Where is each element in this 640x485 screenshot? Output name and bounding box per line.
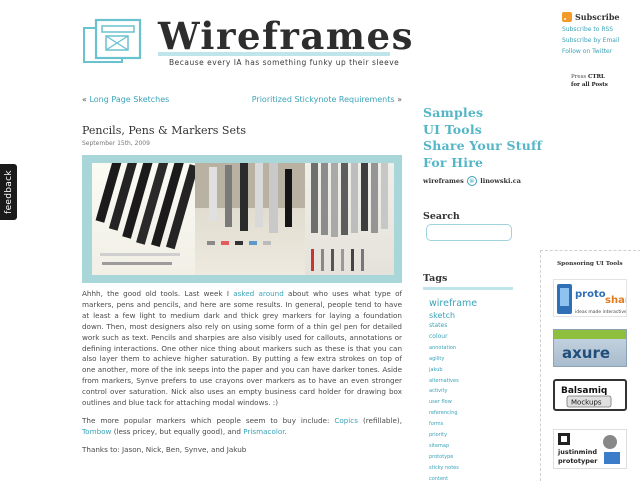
- post-body: Ahhh, the good old tools. Last week I as…: [82, 289, 402, 463]
- tag-link[interactable]: forms: [429, 419, 477, 430]
- previous-post-link[interactable]: « Long Page Sketches: [82, 95, 169, 104]
- next-arrow: »: [397, 95, 402, 104]
- prev-arrow: «: [82, 95, 87, 104]
- tag-link[interactable]: referencing: [429, 408, 477, 419]
- tag-link[interactable]: annotation: [429, 343, 477, 354]
- nav-share-your-stuff[interactable]: Share Your Stuff: [423, 138, 542, 155]
- nav-samples[interactable]: Samples: [423, 105, 542, 122]
- markers-photo-3: [305, 163, 394, 275]
- axure-ad[interactable]: axure: [553, 329, 627, 367]
- next-post-title[interactable]: Prioritized Stickynote Requirements: [252, 95, 395, 104]
- tags-underline: [423, 287, 513, 290]
- tag-link[interactable]: alternatives: [429, 376, 477, 387]
- tag-cloud: wireframe sketch states colour annotation agi…: [429, 298, 477, 485]
- post-title[interactable]: Pencils, Pens & Markers Sets: [82, 124, 246, 137]
- tag-link[interactable]: content: [429, 474, 477, 485]
- tag-link[interactable]: colour: [429, 332, 477, 343]
- post-paragraph-3: Thanks to: Jason, Nick, Ben, Synve, and …: [82, 444, 247, 454]
- site-tagline: Because every IA has something funky up …: [169, 58, 400, 67]
- tag-link[interactable]: states: [429, 321, 477, 332]
- tag-link[interactable]: jakub: [429, 365, 477, 376]
- next-post-link[interactable]: Prioritized Stickynote Requirements »: [252, 95, 402, 104]
- prismacolor-link[interactable]: Prismacolor: [243, 427, 284, 436]
- post-paragraph-1: Ahhh, the good old tools. Last week I as…: [82, 289, 402, 408]
- balsamiq-logo: Balsamiq: [561, 386, 607, 396]
- justinmind-prototyper-label: prototyper: [558, 457, 598, 465]
- nav-ui-tools[interactable]: UI Tools: [423, 122, 542, 139]
- protoshare-tagline: ideas made interactive: [575, 309, 627, 315]
- subscribe-email-link[interactable]: Subscribe by Email: [562, 37, 638, 44]
- tag-link[interactable]: agility: [429, 354, 477, 365]
- main-navigation: Samples UI Tools Share Your Stuff For Hi…: [423, 105, 542, 171]
- axure-logo: axure: [562, 344, 610, 362]
- justinmind-logo: justinmind: [557, 448, 597, 456]
- protoshare-logo-right: share: [605, 295, 627, 306]
- sponsors-heading: Sponsoring UI Tools: [557, 261, 623, 267]
- tag-link[interactable]: sketch: [429, 310, 477, 322]
- search-input[interactable]: [426, 224, 512, 241]
- subscribe-heading[interactable]: Subscribe: [562, 12, 638, 22]
- tag-link[interactable]: wireframe: [429, 298, 477, 310]
- subscribe-box: Subscribe Subscribe to RSS Subscribe by …: [562, 12, 638, 55]
- tag-link[interactable]: priority: [429, 430, 477, 441]
- nav-for-hire[interactable]: For Hire: [423, 155, 542, 172]
- keyboard-hint: Press CTRL for all Posts: [571, 74, 608, 88]
- markers-photo-1: [92, 163, 195, 275]
- previous-post-title[interactable]: Long Page Sketches: [89, 95, 169, 104]
- wireframe-logo-icon[interactable]: [82, 18, 144, 72]
- contact-email[interactable]: wireframes @ linowski.ca: [423, 176, 521, 186]
- rss-icon[interactable]: [562, 12, 572, 22]
- follow-twitter-link[interactable]: Follow on Twitter: [562, 48, 638, 55]
- site-title[interactable]: Wireframes: [158, 14, 414, 58]
- protoshare-logo-left: proto: [575, 289, 606, 300]
- at-icon: @: [467, 176, 477, 186]
- post-date: September 15th, 2009: [82, 140, 150, 147]
- tag-link[interactable]: prototype: [429, 452, 477, 463]
- markers-photo-2: [195, 163, 305, 275]
- markers-photo-collage: [82, 155, 402, 283]
- post-paragraph-2: The more popular markers which people se…: [82, 415, 402, 436]
- tags-heading: Tags: [423, 273, 448, 284]
- balsamiq-mockups-label: Mockups: [571, 399, 602, 407]
- tag-link[interactable]: sitemap: [429, 441, 477, 452]
- tombow-link[interactable]: Tombow: [82, 427, 111, 436]
- subscribe-rss-link[interactable]: Subscribe to RSS: [562, 26, 638, 33]
- balsamiq-ad[interactable]: Balsamiq Mockups: [553, 379, 627, 411]
- tag-link[interactable]: sticky notes: [429, 463, 477, 474]
- tag-link[interactable]: activity: [429, 386, 477, 397]
- feedback-label: feedback: [3, 170, 14, 214]
- search-heading: Search: [423, 211, 460, 222]
- feedback-tab[interactable]: feedback: [0, 164, 17, 220]
- copics-link[interactable]: Copics: [334, 416, 358, 425]
- tag-link[interactable]: user flow: [429, 397, 477, 408]
- protoshare-ad[interactable]: proto share ideas made interactive: [553, 279, 627, 317]
- asked-around-link[interactable]: asked around: [233, 289, 284, 298]
- sponsors-panel: Sponsoring UI Tools proto share ideas ma…: [540, 250, 640, 481]
- justinmind-ad[interactable]: justinmind prototyper: [553, 429, 627, 469]
